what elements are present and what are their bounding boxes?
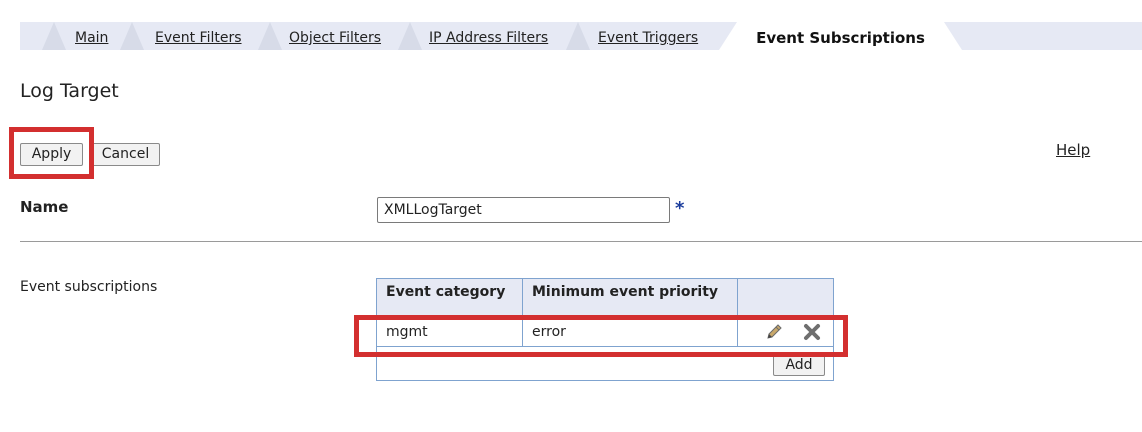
pencil-icon[interactable] — [764, 322, 784, 342]
column-header-actions — [738, 279, 833, 317]
cell-actions — [738, 318, 833, 346]
tab-separator — [566, 22, 590, 50]
tab-bar: Main Event Filters Object Filters IP Add… — [20, 22, 1142, 50]
tab-separator — [120, 22, 144, 50]
table-header: Event category Minimum event priority — [377, 279, 833, 317]
apply-button[interactable]: Apply — [20, 143, 83, 166]
tab-separator — [42, 22, 66, 50]
page-title: Log Target — [20, 80, 119, 102]
tab-slant — [719, 22, 737, 50]
tab-slant — [944, 22, 962, 50]
cell-minimum-priority: error — [523, 318, 738, 346]
table-row: mgmt error — [377, 317, 833, 347]
help-link[interactable]: Help — [1056, 141, 1090, 159]
column-header-minimum-priority: Minimum event priority — [523, 279, 738, 317]
cancel-button[interactable]: Cancel — [91, 143, 160, 166]
tab-separator — [258, 22, 282, 50]
add-subscription-button[interactable]: Add — [773, 354, 825, 376]
cell-event-category: mgmt — [377, 318, 523, 346]
column-header-event-category: Event category — [377, 279, 523, 317]
tab-main[interactable]: Main — [75, 22, 108, 50]
event-subscriptions-label: Event subscriptions — [20, 279, 158, 295]
name-label: Name — [20, 198, 69, 216]
tab-event-filters[interactable]: Event Filters — [155, 22, 242, 50]
tab-ip-address-filters[interactable]: IP Address Filters — [429, 22, 548, 50]
name-input[interactable] — [377, 197, 670, 223]
required-marker: * — [675, 198, 685, 219]
tab-event-subscriptions[interactable]: Event Subscriptions — [719, 22, 962, 50]
event-subscriptions-table: Event category Minimum event priority mg… — [376, 278, 834, 381]
tab-separator — [398, 22, 422, 50]
tab-object-filters[interactable]: Object Filters — [289, 22, 381, 50]
tab-event-triggers[interactable]: Event Triggers — [598, 22, 698, 50]
delete-x-icon[interactable] — [802, 322, 822, 342]
tab-event-subscriptions-label: Event Subscriptions — [756, 29, 925, 47]
section-divider — [20, 241, 1142, 242]
